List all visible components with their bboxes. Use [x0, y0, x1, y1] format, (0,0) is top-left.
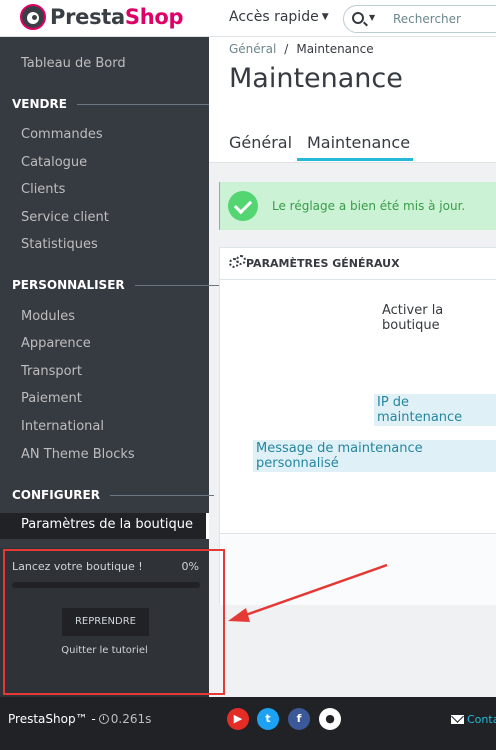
annotation-arrow: [228, 563, 388, 622]
annotation-arrow-head: [228, 608, 250, 622]
annotation-arrow-line: [239, 563, 388, 619]
